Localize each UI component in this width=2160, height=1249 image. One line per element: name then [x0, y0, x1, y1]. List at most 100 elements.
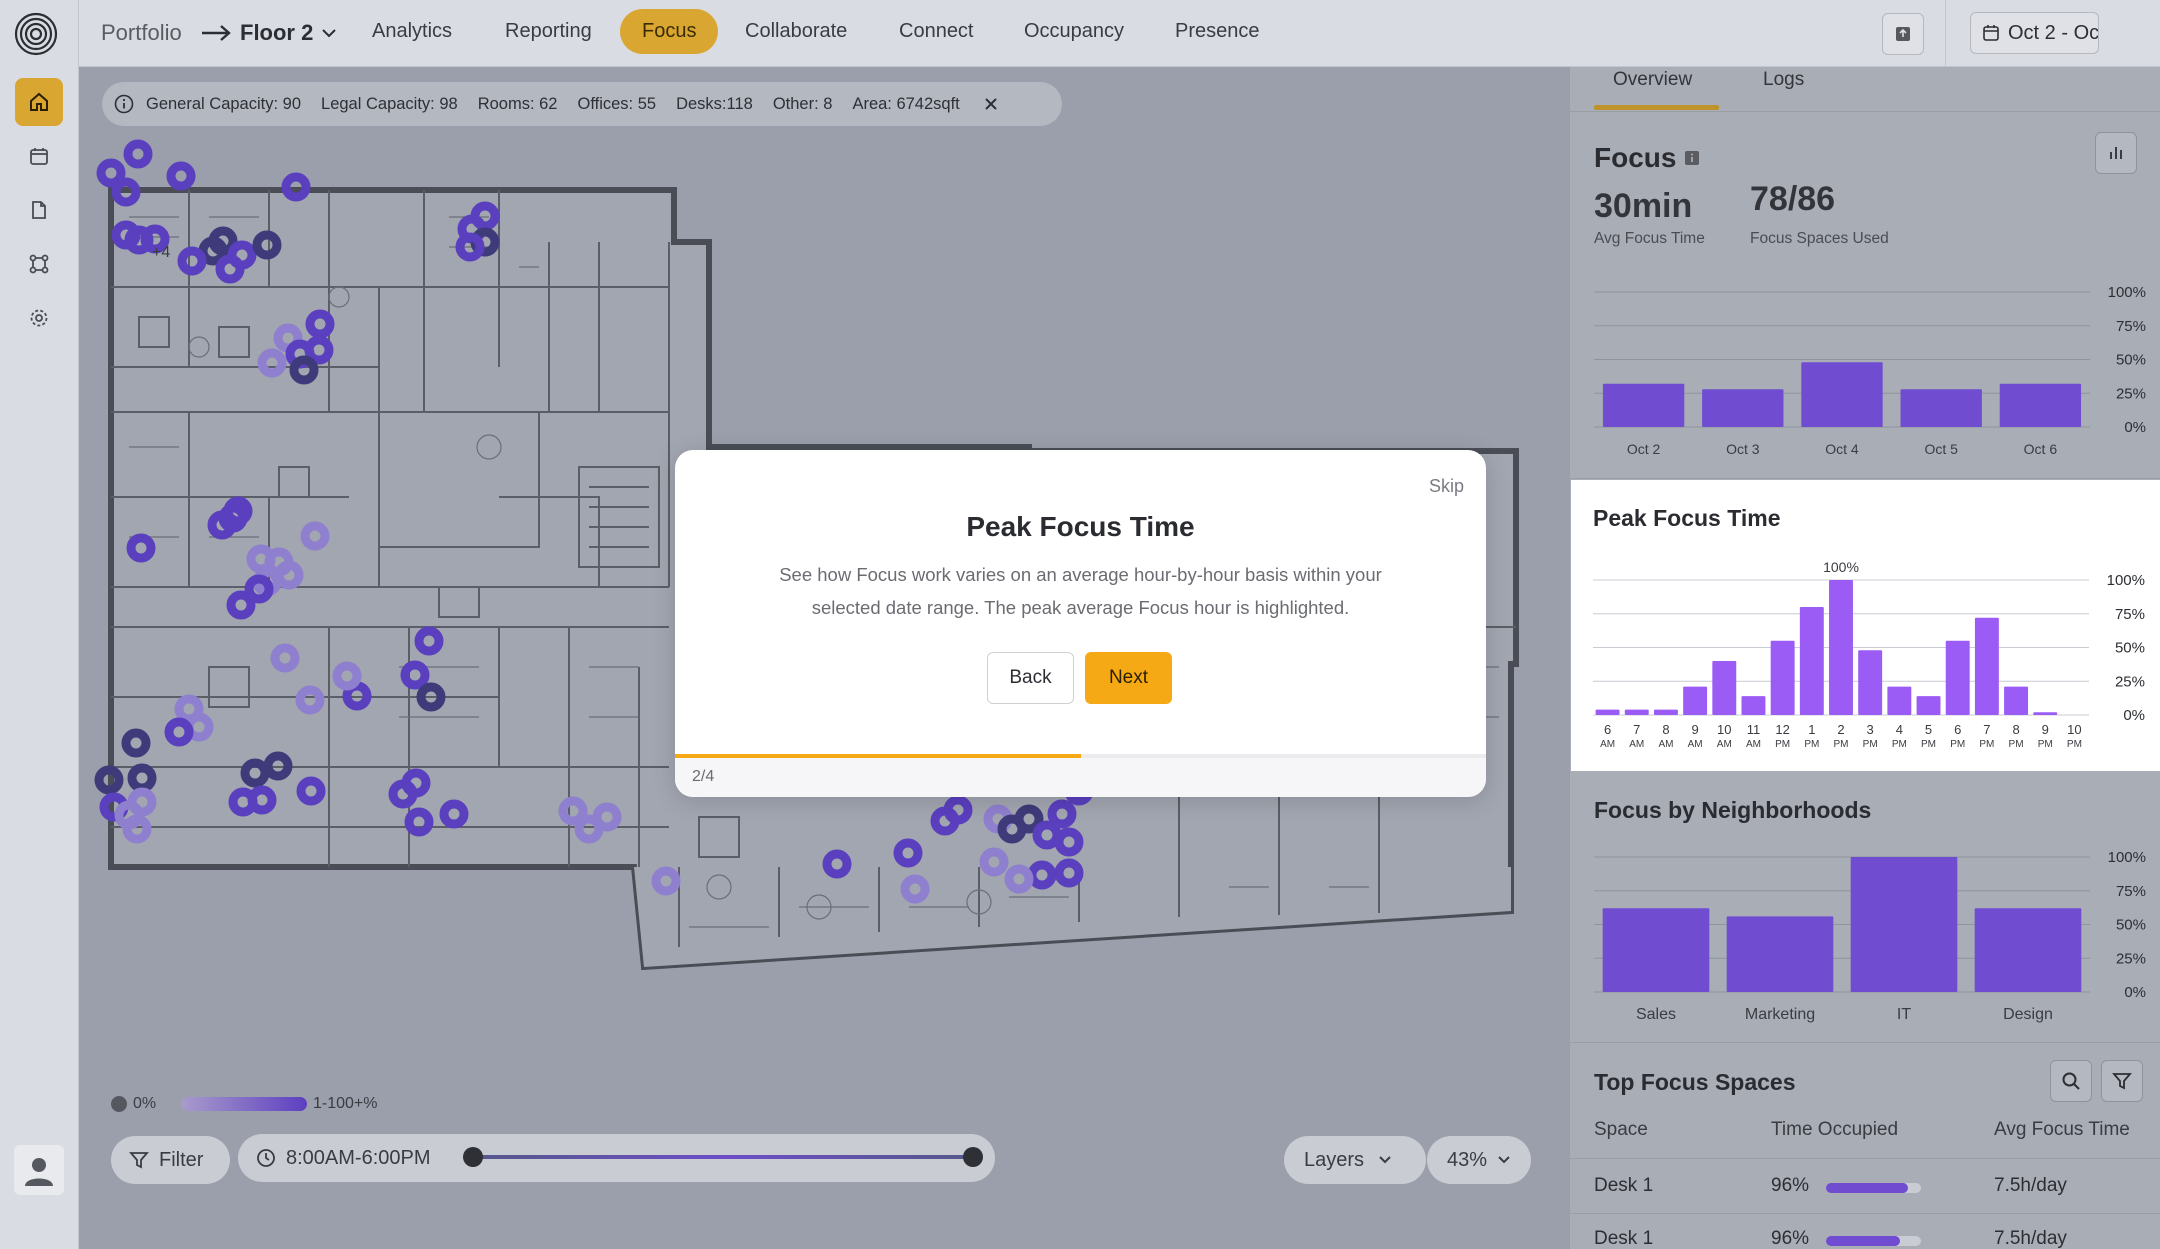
x-tick-label: 10 [1717, 722, 1731, 737]
chevron-down-icon[interactable] [321, 27, 337, 39]
app-logo-icon[interactable] [14, 12, 58, 56]
column-header-time-occupied[interactable]: Time Occupied [1771, 1119, 1898, 1141]
table-divider [1570, 1158, 2160, 1159]
x-tick-label: AM [1717, 739, 1732, 750]
table-row-progress [1826, 1236, 1921, 1246]
time-slider-track[interactable] [474, 1155, 974, 1159]
calendar-nav-button[interactable] [15, 132, 63, 180]
chart-bar [1829, 580, 1853, 715]
layers-dropdown[interactable]: Layers [1284, 1136, 1426, 1184]
top-spaces-title: Top Focus Spaces [1594, 1069, 1796, 1095]
chart-bar [1653, 709, 1678, 715]
zoom-dropdown[interactable]: 43% [1427, 1136, 1531, 1184]
desks-count: Desks:118 [676, 94, 753, 113]
search-button[interactable] [2050, 1060, 2092, 1102]
filter-spaces-button[interactable] [2101, 1060, 2143, 1102]
x-tick-label: Sales [1636, 1006, 1676, 1023]
x-tick-label: PM [1921, 739, 1936, 750]
chart-bar [2033, 712, 2058, 715]
x-tick-label: PM [2067, 739, 2082, 750]
export-icon [1896, 27, 1910, 41]
chart-bar [1999, 383, 2082, 427]
tab-overview[interactable]: Overview [1613, 69, 1692, 91]
arrow-right-icon [202, 25, 231, 41]
breadcrumb-floor[interactable]: Floor 2 [240, 20, 313, 46]
nav-presence[interactable]: Presence [1175, 20, 1260, 43]
date-range-button[interactable]: Oct 2 - Oct 6 [1970, 12, 2099, 54]
occupancy-marker[interactable] [166, 161, 196, 191]
home-nav-button[interactable] [15, 78, 63, 126]
skip-button[interactable]: Skip [1429, 476, 1464, 497]
filter-button[interactable]: Filter [111, 1136, 230, 1184]
focus-title: Focus [1594, 142, 1677, 173]
neighborhoods-title: Focus by Neighborhoods [1594, 797, 1872, 823]
top-bar: Portfolio Floor 2 Analytics Reporting Fo… [79, 0, 2160, 67]
user-avatar[interactable] [14, 1145, 64, 1195]
y-tick-label: 100% [2108, 849, 2146, 866]
chart-bar [1770, 640, 1795, 715]
chevron-down-icon [1379, 1156, 1391, 1164]
chart-bar [1726, 916, 1834, 992]
nav-occupancy[interactable]: Occupancy [1024, 20, 1124, 43]
chart-bar [1850, 857, 1958, 992]
nav-focus[interactable]: Focus [620, 9, 719, 54]
x-tick-label: IT [1897, 1006, 1911, 1023]
x-tick-label: 8 [1662, 722, 1669, 737]
time-slider-start-handle[interactable] [463, 1147, 483, 1167]
occupancy-marker[interactable] [123, 139, 153, 169]
x-tick-label: AM [1629, 739, 1644, 750]
table-row-space[interactable]: Desk 1 [1594, 1228, 1653, 1249]
breadcrumb-portfolio[interactable]: Portfolio [101, 20, 182, 46]
table-row-avg: 7.5h/day [1994, 1228, 2067, 1249]
export-button[interactable] [1882, 13, 1924, 55]
nav-analytics[interactable]: Analytics [372, 20, 452, 43]
table-row-progress-fill [1826, 1183, 1908, 1193]
zoom-label: 43% [1447, 1148, 1488, 1171]
table-row-space[interactable]: Desk 1 [1594, 1175, 1653, 1197]
chart-toggle-button[interactable] [2095, 132, 2137, 174]
general-capacity: General Capacity: 90 [146, 94, 302, 113]
table-row-avg: 7.5h/day [1994, 1175, 2067, 1196]
filter-icon [129, 1152, 149, 1169]
column-header-space[interactable]: Space [1594, 1119, 1648, 1141]
app-root: Portfolio Floor 2 Analytics Reporting Fo… [0, 0, 2160, 1249]
section-divider [1570, 1042, 2160, 1043]
close-icon[interactable] [984, 97, 998, 111]
y-tick-label: 75% [2116, 318, 2146, 335]
back-button[interactable]: Back [987, 652, 1074, 704]
x-tick-label: 5 [1925, 722, 1932, 737]
legend-high-label: 1-100+% [313, 1095, 378, 1112]
table-divider [1570, 1213, 2160, 1214]
chart-bar [2004, 686, 2029, 715]
modal-footer [675, 758, 1486, 797]
calendar-icon [1983, 25, 1999, 41]
area-size: Area: 6742sqft [852, 94, 960, 113]
x-tick-label: 9 [1692, 722, 1699, 737]
map-cluster-badge[interactable]: +4 [152, 244, 170, 261]
peak-focus-chart: 100%75%50%25%0%6AM7AM8AM9AM10AM11AM12PM1… [1593, 559, 2145, 750]
column-header-avg-focus-time[interactable]: Avg Focus Time [1994, 1119, 2130, 1141]
document-icon [32, 201, 46, 219]
layers-label: Layers [1304, 1148, 1365, 1171]
info-icon[interactable] [1684, 150, 1700, 166]
chart-bar [1624, 709, 1649, 715]
chart-bar [1595, 709, 1620, 715]
time-slider-end-handle[interactable] [963, 1147, 983, 1167]
x-tick-label: PM [1863, 739, 1878, 750]
nav-reporting[interactable]: Reporting [505, 20, 592, 43]
chart-bar [1712, 661, 1737, 715]
floor-info-bar: General Capacity: 90 Legal Capacity: 98 … [102, 82, 1062, 126]
settings-nav-button[interactable] [15, 294, 63, 342]
tab-logs[interactable]: Logs [1763, 69, 1804, 91]
active-tab-indicator [1594, 105, 1719, 110]
x-tick-label: 12 [1775, 722, 1789, 737]
focus-by-neighborhood-chart: 100% 75% 50% 25% 0% Sales Marketing IT Design [1594, 849, 2146, 1023]
y-tick-label: 75% [2115, 606, 2145, 623]
document-nav-button[interactable] [15, 186, 63, 234]
nav-connect[interactable]: Connect [899, 20, 974, 43]
nav-collaborate[interactable]: Collaborate [745, 20, 847, 43]
next-button[interactable]: Next [1085, 652, 1172, 704]
network-nav-button[interactable] [15, 240, 63, 288]
time-range-label: 8:00AM-6:00PM [286, 1146, 431, 1169]
x-tick-label: PM [1979, 739, 1994, 750]
